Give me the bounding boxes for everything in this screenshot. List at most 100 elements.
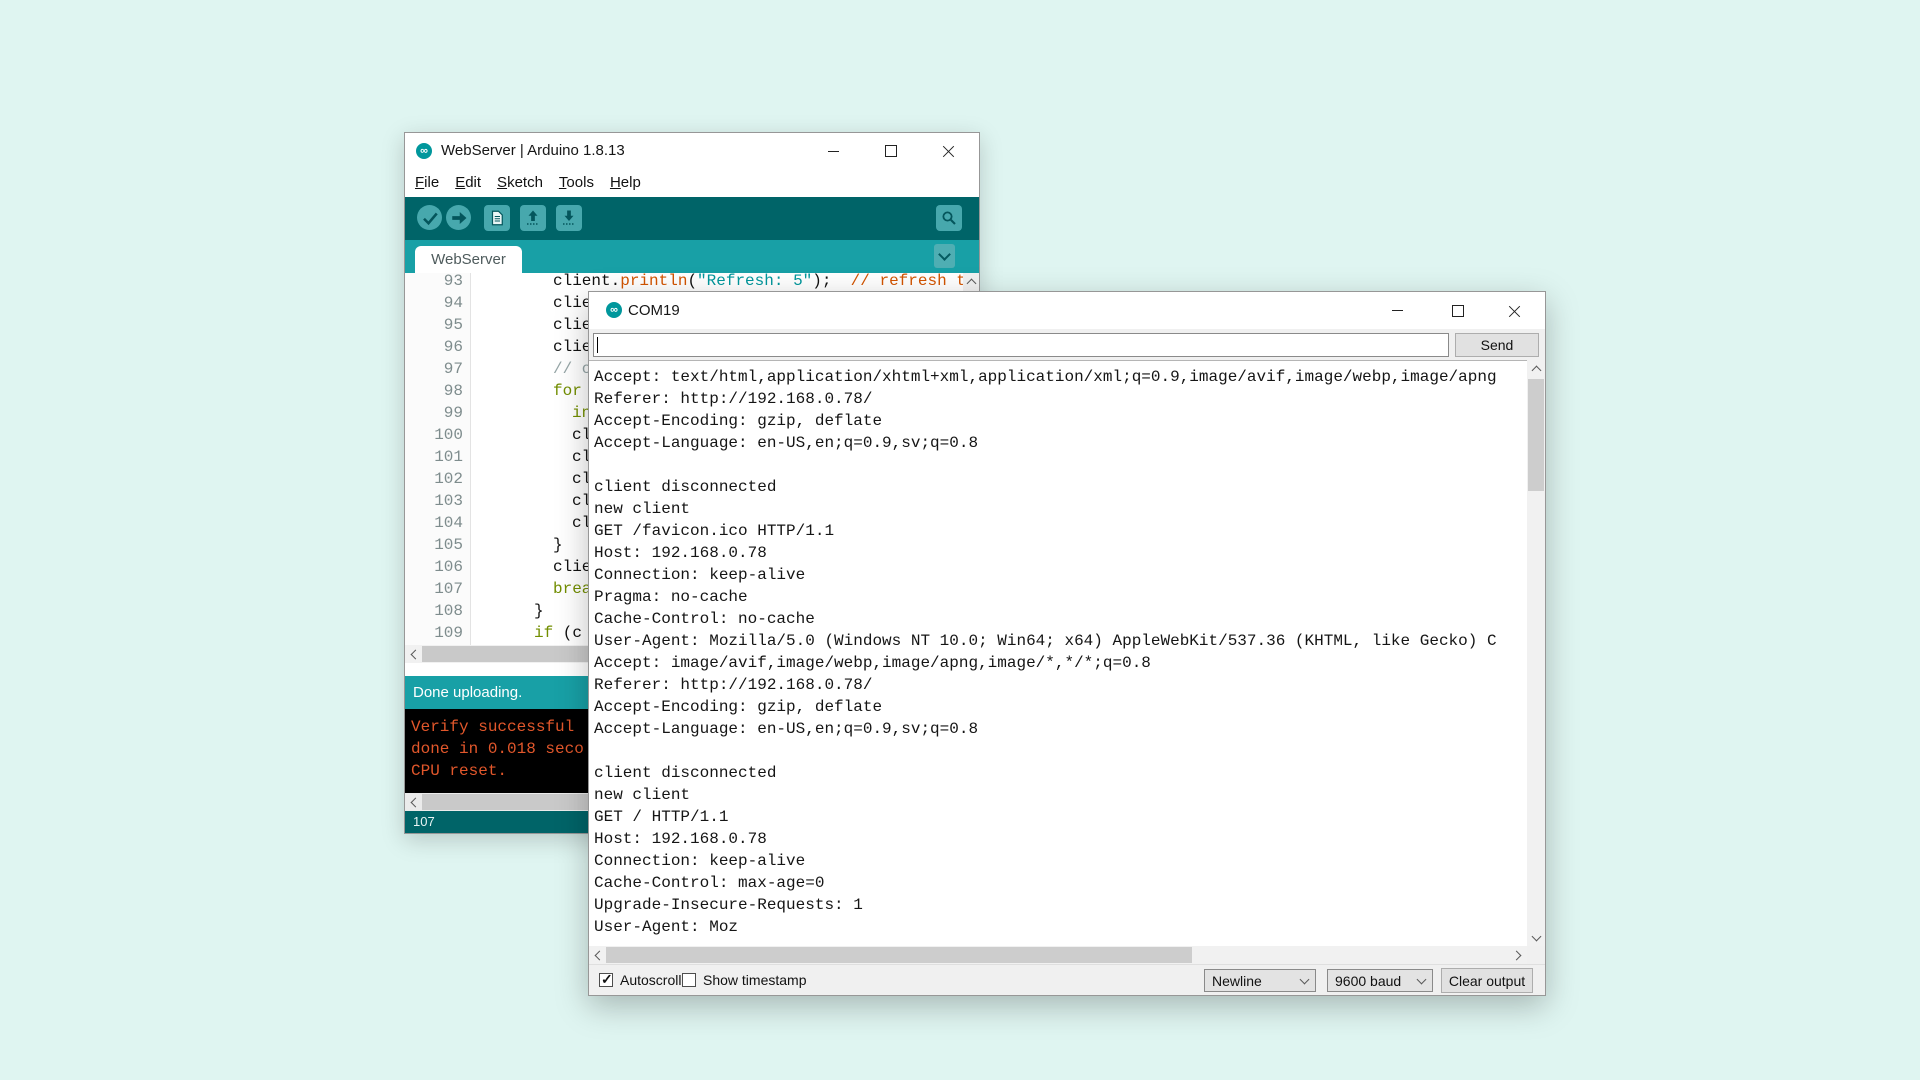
save-icon [560,209,578,227]
serial-output-line: new client [594,498,1527,520]
serial-output-line: Referer: http://192.168.0.78/ [594,388,1527,410]
serial-output-line: Accept-Encoding: gzip, deflate [594,696,1527,718]
line-ending-value: Newline [1212,973,1262,989]
ide-minimize-button[interactable] [813,133,853,169]
ide-maximize-button[interactable] [871,133,911,169]
line-number: 96 [405,336,463,358]
serial-monitor-icon [940,209,958,227]
serial-output-line: Accept-Language: en-US,en;q=0.9,sv;q=0.8 [594,718,1527,740]
current-line-indicator: 107 [413,811,435,833]
scroll-left-arrow-icon[interactable] [405,645,422,663]
ide-tabbar: WebServer [405,240,979,273]
serial-output-line: Upgrade-Insecure-Requests: 1 [594,894,1527,916]
tab-list-dropdown-button[interactable] [934,244,955,268]
upload-icon [450,209,468,227]
send-button[interactable]: Send [1455,333,1539,357]
chevron-down-icon [938,248,951,261]
clear-output-button[interactable]: Clear output [1441,968,1533,993]
clear-output-label: Clear output [1449,973,1525,989]
close-icon [943,145,955,157]
serial-vertical-scrollbar[interactable] [1527,360,1545,946]
chevron-down-icon [1417,975,1427,985]
autoscroll-checkbox[interactable] [599,973,613,987]
baud-rate-select[interactable]: 9600 baud [1327,969,1433,992]
ide-window-title: WebServer | Arduino 1.8.13 [441,133,625,169]
serial-output-line: client disconnected [594,762,1527,784]
serial-output-line: Pragma: no-cache [594,586,1527,608]
serial-monitor-button[interactable] [936,205,962,231]
line-number: 107 [405,578,463,600]
serial-titlebar[interactable]: ∞ COM19 [589,292,1545,329]
baud-rate-value: 9600 baud [1335,973,1401,989]
editor-line: 93client.println("Refresh: 5"); // refre… [405,273,963,292]
new-sketch-icon [488,209,506,227]
serial-output-line: Accept-Language: en-US,en;q=0.9,sv;q=0.8 [594,432,1527,454]
line-number: 100 [405,424,463,446]
serial-output-line: Host: 192.168.0.78 [594,828,1527,850]
line-number: 95 [405,314,463,336]
scroll-left-arrow-icon[interactable] [589,946,606,964]
ide-titlebar[interactable]: ∞ WebServer | Arduino 1.8.13 [405,133,979,169]
text-caret [597,337,598,353]
minimize-icon [828,151,839,152]
scroll-up-arrow-icon[interactable] [963,273,979,290]
serial-output-line: User-Agent: Moz [594,916,1527,938]
line-number: 105 [405,534,463,556]
open-sketch-button[interactable] [520,205,546,231]
serial-window-title: COM19 [628,292,680,329]
serial-output-line: Host: 192.168.0.78 [594,542,1527,564]
line-ending-select[interactable]: Newline [1204,969,1316,992]
menu-file[interactable]: File [407,169,447,196]
maximize-icon [1452,305,1464,317]
ide-toolbar [405,197,979,240]
show-timestamp-checkbox[interactable] [682,973,696,987]
scrollbar-corner [1527,946,1545,964]
serial-output-line: User-Agent: Mozilla/5.0 (Windows NT 10.0… [594,630,1527,652]
serial-send-input[interactable] [593,333,1449,357]
serial-output-line: Cache-Control: no-cache [594,608,1527,630]
scroll-right-arrow-icon[interactable] [1509,946,1526,964]
show-timestamp-label: Show timestamp [703,965,806,995]
code-text: client.println("Refresh: 5"); // refresh… [475,273,963,292]
scroll-up-arrow-icon[interactable] [1527,360,1545,377]
send-button-label: Send [1481,337,1514,353]
menu-sketch[interactable]: Sketch [489,169,551,196]
line-number: 101 [405,446,463,468]
serial-minimize-button[interactable] [1375,292,1419,329]
serial-output-line: Connection: keep-alive [594,850,1527,872]
menu-help[interactable]: Help [602,169,649,196]
line-number: 97 [405,358,463,380]
line-number: 109 [405,622,463,644]
save-sketch-button[interactable] [556,205,582,231]
maximize-icon [885,145,897,157]
scrollbar-thumb[interactable] [606,947,1192,963]
verify-button[interactable] [417,205,442,230]
line-number: 106 [405,556,463,578]
tab-label: WebServer [431,251,506,268]
ide-close-button[interactable] [929,133,969,169]
open-icon [524,209,542,227]
scroll-left-arrow-icon[interactable] [405,793,422,811]
serial-output-line [594,740,1527,762]
menu-edit[interactable]: Edit [447,169,489,196]
arduino-logo-icon: ∞ [416,143,432,159]
serial-maximize-button[interactable] [1436,292,1480,329]
status-text: Done uploading. [413,676,522,709]
line-number: 104 [405,512,463,534]
menu-tools[interactable]: Tools [551,169,602,196]
line-number: 99 [405,402,463,424]
serial-output-area[interactable]: Accept: text/html,application/xhtml+xml,… [589,360,1527,946]
verify-icon [421,209,439,227]
serial-close-button[interactable] [1493,292,1537,329]
scroll-down-arrow-icon[interactable] [1527,929,1545,946]
upload-button[interactable] [446,205,471,230]
new-sketch-button[interactable] [484,205,510,231]
tab-websserver[interactable]: WebServer [415,246,522,273]
chevron-down-icon [1300,975,1310,985]
line-number: 94 [405,292,463,314]
autoscroll-label: Autoscroll [620,965,681,995]
serial-output-line [594,454,1527,476]
scrollbar-thumb[interactable] [1528,379,1544,491]
serial-horizontal-scrollbar[interactable] [589,946,1527,964]
serial-output-line: GET /favicon.ico HTTP/1.1 [594,520,1527,542]
